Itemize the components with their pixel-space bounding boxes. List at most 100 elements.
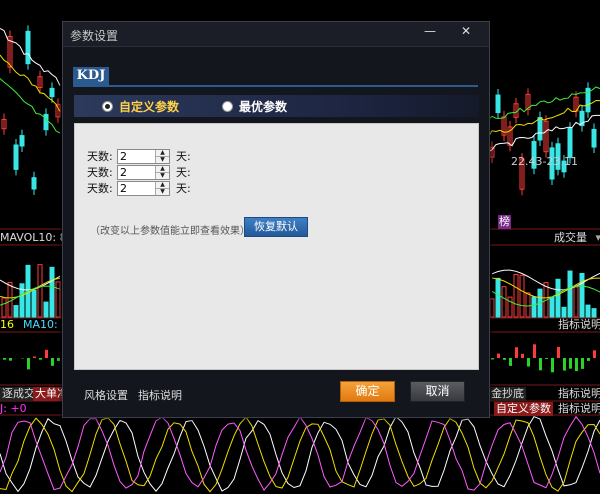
ok-button[interactable]: 确定 bbox=[340, 381, 395, 402]
volume-bar bbox=[585, 304, 591, 318]
kdj-j-label: J: +0 bbox=[0, 402, 27, 415]
macd-bar bbox=[515, 347, 518, 358]
chevron-down-icon: ▾ bbox=[595, 231, 600, 244]
radio-optimal-label: 最优参数 bbox=[239, 99, 288, 114]
param-panel: 天数: 2 ▲ ▼ 天: 天数: 2 ▲ ▼ 天: 天数: 2 ▲ ▼ 天: （改变以… bbox=[74, 123, 479, 370]
macd-bar bbox=[533, 344, 536, 358]
indicator-desc-link[interactable]: 指标说明 bbox=[138, 387, 182, 403]
param-label: 天数: bbox=[87, 166, 113, 179]
macd-bar bbox=[33, 356, 36, 358]
stepper-down-icon[interactable]: ▼ bbox=[156, 187, 169, 195]
tab-underline bbox=[73, 85, 478, 87]
macd-bar bbox=[581, 358, 584, 369]
volume-bar bbox=[13, 305, 19, 318]
param-row-3: 天数: 2 ▲ ▼ 天: bbox=[87, 180, 191, 196]
macd-bar bbox=[27, 358, 30, 370]
volume-bar bbox=[1, 297, 7, 318]
tab-custom-params[interactable]: 自定义参数 bbox=[494, 402, 553, 416]
candle-body bbox=[567, 127, 573, 159]
macd-bar bbox=[51, 358, 54, 366]
macd-bar bbox=[503, 358, 506, 360]
days-input-2[interactable]: 2 bbox=[118, 166, 155, 179]
volume-bar bbox=[561, 306, 567, 318]
indicator-desc-link-1[interactable]: 指标说明 bbox=[558, 318, 600, 332]
volume-bar bbox=[567, 270, 573, 318]
price-range-label: 22.43-23.11 bbox=[511, 155, 578, 168]
volume-bar bbox=[7, 281, 13, 318]
volume-bar bbox=[507, 296, 513, 318]
macd-bar bbox=[57, 358, 60, 361]
indicator-desc-link-2[interactable]: 指标说明 bbox=[558, 387, 600, 401]
macd-bar bbox=[545, 358, 548, 359]
days-stepper-1[interactable]: 2 ▲ ▼ bbox=[117, 148, 170, 164]
candle-body bbox=[591, 128, 597, 148]
volume-select-value: 成交量 bbox=[554, 231, 587, 244]
param-row-1: 天数: 2 ▲ ▼ 天: bbox=[87, 148, 191, 164]
param-row-2: 天数: 2 ▲ ▼ 天: bbox=[87, 164, 191, 180]
candle-body bbox=[537, 117, 543, 141]
cancel-button[interactable]: 取消 bbox=[410, 381, 465, 402]
volume-bar bbox=[55, 281, 61, 318]
days-stepper-3[interactable]: 2 ▲ ▼ bbox=[117, 180, 170, 196]
candle-body bbox=[49, 87, 55, 98]
volume-bar bbox=[519, 274, 525, 318]
volume-bar bbox=[495, 277, 501, 318]
param-hint: （改变以上参数值能立即查看效果） bbox=[90, 226, 250, 237]
param-label: 天数: bbox=[87, 182, 113, 195]
macd-bar bbox=[527, 358, 530, 367]
macd-bar bbox=[491, 358, 494, 360]
radio-selected-icon bbox=[102, 100, 113, 112]
radio-unselected-icon bbox=[222, 100, 233, 112]
radio-optimal-params[interactable]: 最优参数 bbox=[222, 98, 287, 114]
volume-bar bbox=[489, 298, 495, 318]
macd-bar bbox=[3, 358, 6, 360]
dialog-titlebar[interactable]: 参数设置 — ✕ bbox=[63, 22, 489, 47]
param-unit: 天: bbox=[176, 166, 191, 179]
days-stepper-2[interactable]: 2 ▲ ▼ bbox=[117, 164, 170, 180]
days-input-1[interactable]: 2 bbox=[118, 150, 155, 163]
candle-body bbox=[495, 94, 501, 114]
param-settings-dialog: 参数设置 — ✕ KDJ 自定义参数 最优参数 天数: 2 ▲ ▼ 天: 天数: … bbox=[62, 21, 490, 418]
stepper-down-icon[interactable]: ▼ bbox=[156, 155, 169, 163]
volume-bar bbox=[43, 301, 49, 318]
macd-bar bbox=[587, 358, 590, 361]
restore-default-button[interactable]: 恢复默认 bbox=[244, 217, 308, 237]
macd-bar bbox=[521, 353, 524, 358]
volume-bar bbox=[531, 296, 537, 318]
macd-bar bbox=[593, 350, 596, 358]
macd-bar bbox=[563, 358, 566, 371]
volume-bar bbox=[555, 278, 561, 318]
macd-bar bbox=[509, 358, 512, 366]
param-label: 天数: bbox=[87, 150, 113, 163]
close-button[interactable]: ✕ bbox=[453, 23, 479, 39]
minimize-button[interactable]: — bbox=[417, 23, 443, 39]
volume-bar bbox=[37, 264, 43, 318]
radio-custom-label: 自定义参数 bbox=[119, 99, 180, 114]
macd-bar bbox=[45, 349, 48, 358]
macd-bar bbox=[557, 346, 560, 358]
volume-bar bbox=[591, 308, 597, 318]
candle-body bbox=[19, 135, 25, 147]
radio-custom-params[interactable]: 自定义参数 bbox=[102, 98, 179, 114]
volume-bar bbox=[573, 286, 579, 318]
ma-line-label: 16 bbox=[0, 318, 14, 331]
dialog-title: 参数设置 bbox=[70, 29, 119, 43]
volume-bar bbox=[525, 292, 531, 318]
macd-bar bbox=[497, 353, 500, 358]
tab-bottom-fishing[interactable]: 金抄底 bbox=[489, 387, 526, 401]
indicator-desc-link-3[interactable]: 指标说明 bbox=[558, 402, 600, 416]
stepper-down-icon[interactable]: ▼ bbox=[156, 171, 169, 179]
days-input-3[interactable]: 2 bbox=[118, 182, 155, 195]
candle-body bbox=[43, 113, 49, 131]
style-settings-link[interactable]: 风格设置 bbox=[84, 387, 128, 403]
rank-badge[interactable]: 榜 bbox=[498, 215, 511, 229]
param-unit: 天: bbox=[176, 182, 191, 195]
indicator-tab-kdj[interactable]: KDJ bbox=[73, 67, 109, 85]
param-unit: 天: bbox=[176, 150, 191, 163]
volume-select[interactable]: 成交量 ▾ bbox=[530, 231, 600, 245]
candle-body bbox=[25, 30, 31, 65]
macd-bar bbox=[575, 358, 578, 372]
tab-trade-detail[interactable]: 逐成交 bbox=[0, 387, 37, 401]
candle-body bbox=[31, 177, 37, 190]
macd-bar bbox=[39, 358, 42, 360]
